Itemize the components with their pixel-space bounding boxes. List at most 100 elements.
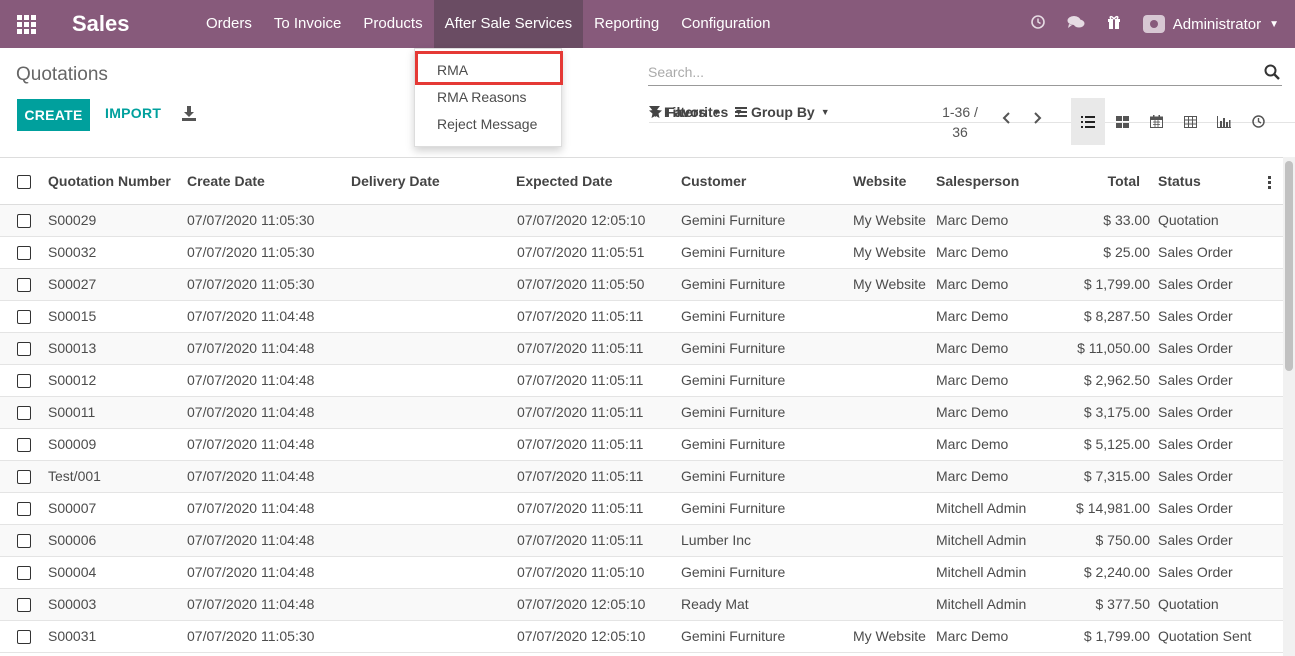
- search-icon[interactable]: [1264, 64, 1280, 80]
- calendar-view-icon[interactable]: [1139, 98, 1173, 145]
- cell-status: Sales Order: [1158, 244, 1233, 260]
- cell-create-date: 07/07/2020 11:04:48: [187, 596, 315, 612]
- cell-salesperson: Marc Demo: [936, 404, 1009, 420]
- apps-menu-icon[interactable]: [0, 0, 52, 48]
- col-expected-date[interactable]: Expected Date: [516, 173, 612, 189]
- activity-clock-icon[interactable]: [1019, 15, 1057, 33]
- create-button[interactable]: CREATE: [17, 99, 90, 131]
- cell-quotation-number: S00031: [48, 628, 97, 644]
- cell-create-date: 07/07/2020 11:04:48: [187, 340, 315, 356]
- graph-view-icon[interactable]: [1207, 98, 1241, 145]
- cell-quotation-number: S00004: [48, 564, 97, 580]
- cell-quotation-number: S00013: [48, 340, 97, 356]
- cell-salesperson: Marc Demo: [936, 340, 1009, 356]
- col-salesperson[interactable]: Salesperson: [936, 173, 1019, 189]
- row-checkbox[interactable]: [17, 502, 31, 516]
- cell-total: $ 2,962.50: [1083, 372, 1150, 388]
- cell-customer: Gemini Furniture: [681, 308, 786, 324]
- row-checkbox[interactable]: [17, 534, 31, 548]
- table-row[interactable]: S00011 07/07/2020 11:04:48 07/07/2020 11:0…: [0, 397, 1283, 429]
- row-checkbox[interactable]: [17, 630, 31, 644]
- cell-create-date: 07/07/2020 11:04:48: [187, 372, 315, 388]
- cell-total: $ 5,125.00: [1083, 436, 1150, 452]
- table-row[interactable]: S00003 07/07/2020 11:04:48 07/07/2020 12:0…: [0, 589, 1283, 621]
- menu-products[interactable]: Products: [352, 0, 433, 48]
- table-row[interactable]: Test/001 07/07/2020 11:04:48 07/07/2020 11…: [0, 461, 1283, 493]
- optional-columns-icon[interactable]: [1268, 176, 1271, 191]
- menu-to-invoice[interactable]: To Invoice: [263, 0, 353, 48]
- table-row[interactable]: S00027 07/07/2020 11:05:30 07/07/2020 11:0…: [0, 269, 1283, 301]
- pager-previous-icon[interactable]: [1000, 111, 1014, 125]
- row-checkbox[interactable]: [17, 374, 31, 388]
- cell-website: My Website: [853, 276, 926, 292]
- kanban-view-icon[interactable]: [1105, 98, 1139, 145]
- download-icon[interactable]: [182, 106, 196, 122]
- col-customer[interactable]: Customer: [681, 173, 746, 189]
- row-checkbox[interactable]: [17, 310, 31, 324]
- cell-website: My Website: [853, 244, 926, 260]
- cell-total: $ 8,287.50: [1083, 308, 1150, 324]
- row-checkbox[interactable]: [17, 342, 31, 356]
- search-input[interactable]: [648, 60, 1238, 84]
- col-status[interactable]: Status: [1158, 173, 1201, 189]
- row-checkbox[interactable]: [17, 214, 31, 228]
- cell-quotation-number: S00007: [48, 500, 97, 516]
- row-checkbox[interactable]: [17, 566, 31, 580]
- col-quotation-number[interactable]: Quotation Number: [48, 173, 171, 189]
- select-all-checkbox[interactable]: [17, 175, 31, 189]
- pager[interactable]: 1-36 / 36: [935, 102, 985, 142]
- favorites-dropdown[interactable]: Favorites ▼: [649, 104, 743, 120]
- cell-quotation-number: S00015: [48, 308, 97, 324]
- menu-orders[interactable]: Orders: [195, 0, 263, 48]
- menu-reporting[interactable]: Reporting: [583, 0, 670, 48]
- cell-quotation-number: S00029: [48, 212, 97, 228]
- cell-expected-date: 07/07/2020 12:05:10: [517, 212, 646, 228]
- cell-create-date: 07/07/2020 11:04:48: [187, 500, 315, 516]
- pager-next-icon[interactable]: [1030, 111, 1044, 125]
- col-website[interactable]: Website: [853, 173, 906, 189]
- dropdown-item-rma-reasons[interactable]: RMA Reasons: [415, 84, 561, 111]
- cell-create-date: 07/07/2020 11:05:30: [187, 628, 315, 644]
- activity-view-icon[interactable]: [1241, 98, 1275, 145]
- row-checkbox[interactable]: [17, 278, 31, 292]
- col-total[interactable]: Total: [1060, 173, 1140, 189]
- row-checkbox[interactable]: [17, 438, 31, 452]
- pivot-view-icon[interactable]: [1173, 98, 1207, 145]
- menu-after-sale-services[interactable]: After Sale Services: [433, 0, 584, 48]
- menu-configuration[interactable]: Configuration: [670, 0, 781, 48]
- table-row[interactable]: S00009 07/07/2020 11:04:48 07/07/2020 11:0…: [0, 429, 1283, 461]
- cell-expected-date: 07/07/2020 11:05:51: [517, 244, 645, 260]
- table-row[interactable]: S00029 07/07/2020 11:05:30 07/07/2020 12:0…: [0, 205, 1283, 237]
- table-row[interactable]: S00006 07/07/2020 11:04:48 07/07/2020 11:0…: [0, 525, 1283, 557]
- table-row[interactable]: S00032 07/07/2020 11:05:30 07/07/2020 11:0…: [0, 237, 1283, 269]
- cell-salesperson: Mitchell Admin: [936, 596, 1027, 612]
- cell-total: $ 25.00: [1103, 244, 1150, 260]
- import-button[interactable]: IMPORT: [105, 105, 161, 121]
- row-checkbox[interactable]: [17, 246, 31, 260]
- user-menu[interactable]: Administrator ▼: [1142, 15, 1295, 33]
- cell-total: $ 2,240.00: [1083, 564, 1150, 580]
- col-delivery-date[interactable]: Delivery Date: [351, 173, 440, 189]
- table-row[interactable]: S00007 07/07/2020 11:04:48 07/07/2020 11:0…: [0, 493, 1283, 525]
- cell-website: My Website: [853, 628, 926, 644]
- cell-customer: Gemini Furniture: [681, 468, 786, 484]
- row-checkbox[interactable]: [17, 470, 31, 484]
- table-row[interactable]: S00013 07/07/2020 11:04:48 07/07/2020 11:0…: [0, 333, 1283, 365]
- list-view-icon[interactable]: [1071, 98, 1105, 145]
- table-row[interactable]: S00004 07/07/2020 11:04:48 07/07/2020 11:0…: [0, 557, 1283, 589]
- col-create-date[interactable]: Create Date: [187, 173, 265, 189]
- cell-create-date: 07/07/2020 11:05:30: [187, 276, 315, 292]
- table-row[interactable]: S00012 07/07/2020 11:04:48 07/07/2020 11:0…: [0, 365, 1283, 397]
- gift-icon[interactable]: [1095, 15, 1133, 33]
- table-row[interactable]: S00015 07/07/2020 11:04:48 07/07/2020 11:0…: [0, 301, 1283, 333]
- table-row[interactable]: S00031 07/07/2020 11:05:30 07/07/2020 12:0…: [0, 621, 1283, 653]
- scrollbar-thumb[interactable]: [1285, 161, 1293, 371]
- cell-expected-date: 07/07/2020 11:05:11: [517, 340, 644, 356]
- dropdown-item-reject-message[interactable]: Reject Message: [415, 111, 561, 138]
- scrollbar[interactable]: [1283, 157, 1295, 656]
- row-checkbox[interactable]: [17, 406, 31, 420]
- cell-expected-date: 07/07/2020 11:05:50: [517, 276, 645, 292]
- row-checkbox[interactable]: [17, 598, 31, 612]
- chat-messages-icon[interactable]: [1057, 15, 1095, 33]
- cell-total: $ 14,981.00: [1076, 500, 1150, 516]
